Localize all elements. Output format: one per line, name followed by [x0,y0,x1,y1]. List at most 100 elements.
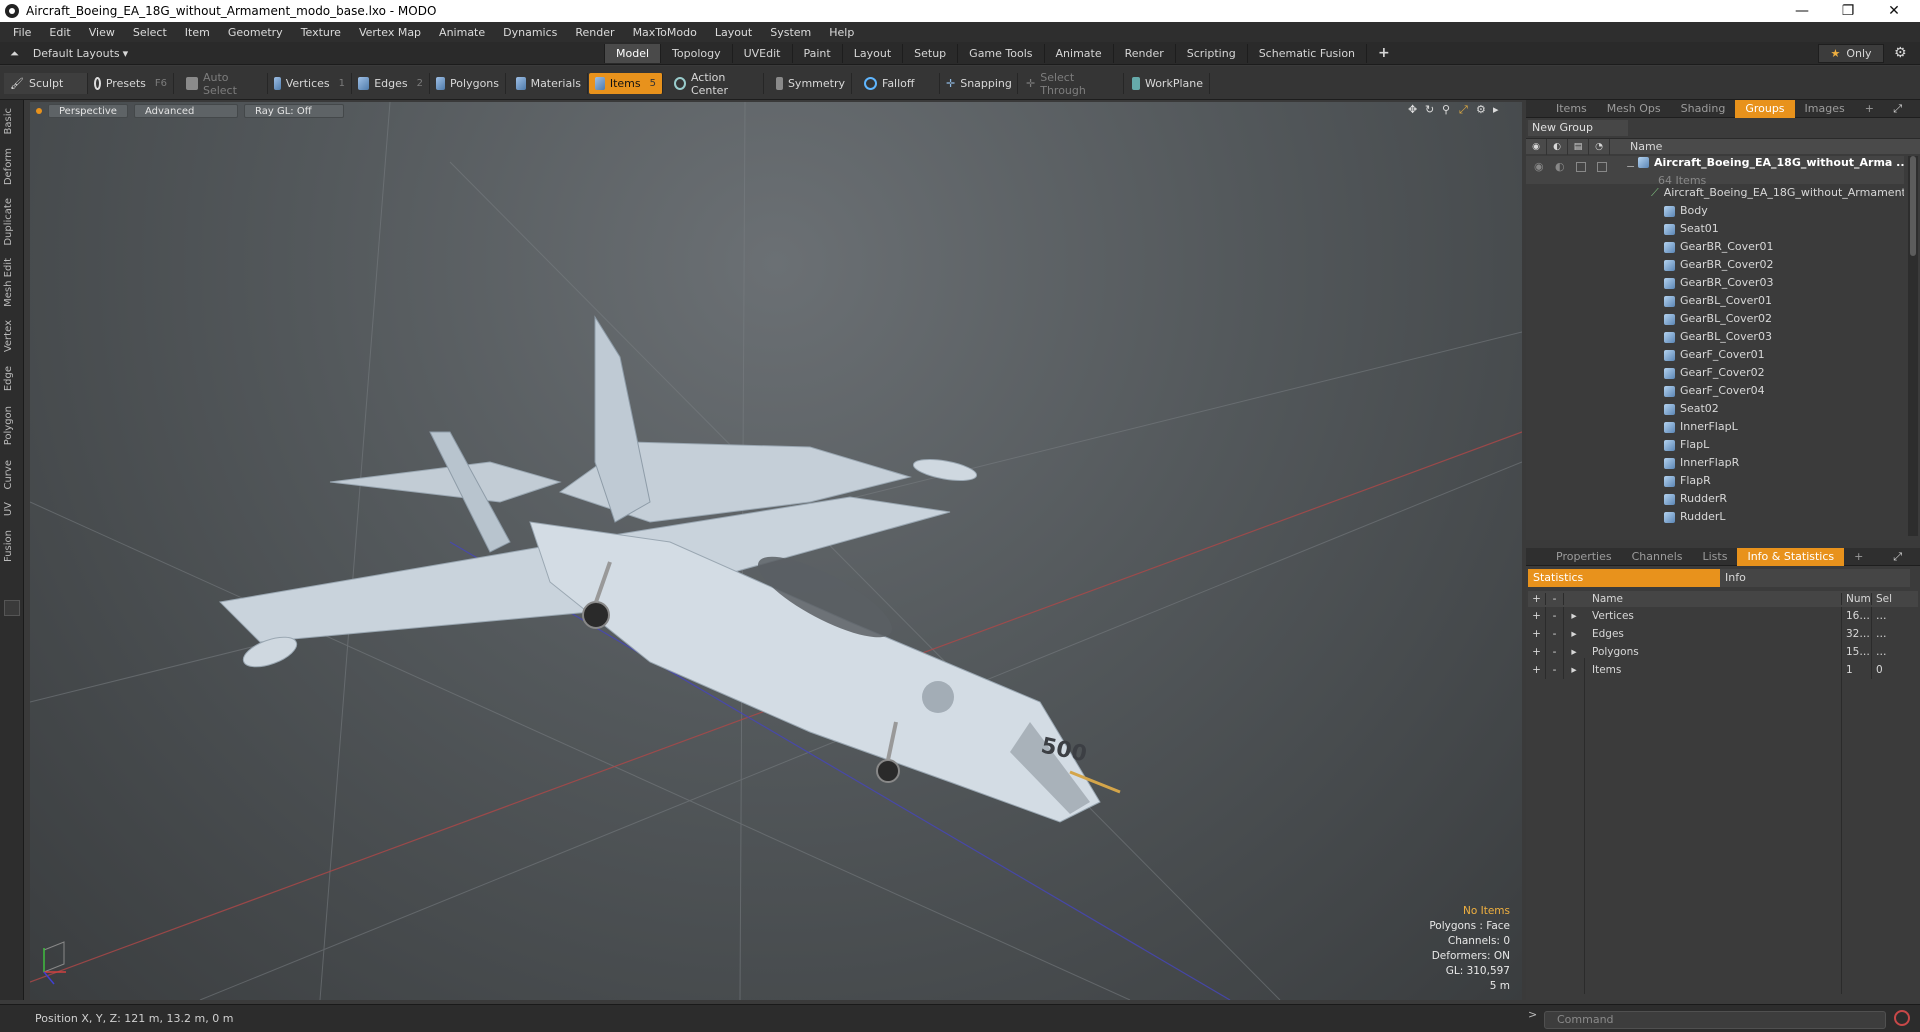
menu-help[interactable]: Help [820,26,863,39]
tab-lists[interactable]: Lists [1693,548,1738,566]
tree-row[interactable]: InnerFlapR [1526,454,1904,472]
expand-arrow-icon[interactable]: ▸ [1564,607,1584,625]
tab-layout[interactable]: Layout [841,44,902,63]
minimize-button[interactable]: — [1780,0,1824,22]
tree-row[interactable]: GearBL_Cover01 [1526,292,1904,310]
subtab-statistics[interactable]: Statistics [1528,569,1720,587]
tab-images[interactable]: Images [1795,100,1855,118]
symmetry-button[interactable]: Symmetry [770,73,852,94]
tree-row[interactable]: Body [1526,202,1904,220]
tree-row[interactable]: GearBR_Cover03 [1526,274,1904,292]
workplane-button[interactable]: WorkPlane [1126,73,1210,94]
select-through-button[interactable]: ✛ Select Through [1020,71,1124,97]
expand-arrow-icon[interactable]: ▸ [1564,625,1584,643]
tree-row[interactable]: GearBL_Cover02 [1526,310,1904,328]
menu-system[interactable]: System [761,26,820,39]
action-center-button[interactable]: Action Center [668,71,764,97]
tab-info-statistics[interactable]: Info & Statistics [1737,547,1845,566]
menu-item[interactable]: Item [176,26,219,39]
add-tab-button[interactable]: + [1366,44,1401,63]
polygons-button[interactable]: Polygons [430,73,506,94]
tab-channels[interactable]: Channels [1622,548,1693,566]
tree-row[interactable]: Seat01 [1526,220,1904,238]
tree-row[interactable]: GearF_Cover04 [1526,382,1904,400]
tab-items[interactable]: Items [1546,100,1597,118]
gear-icon[interactable]: ⚙ [1894,45,1907,61]
tree-row[interactable]: GearBL_Cover03 [1526,328,1904,346]
vertices-button[interactable]: Vertices 1 [268,73,352,94]
falloff-button[interactable]: Falloff [858,73,940,94]
tab-groups[interactable]: Groups [1735,99,1795,118]
tab-properties[interactable]: Properties [1546,548,1622,566]
tree-row[interactable]: RudderL [1526,508,1904,526]
tree-row[interactable]: ⟋ Aircraft_Boeing_EA_18G_without_Armament [1526,184,1904,202]
stat-row[interactable]: + - ▸ Vertices 16… … [1528,607,1918,625]
vtab-vertex[interactable]: Vertex [3,320,14,352]
shading-style-button[interactable]: Advanced [134,104,238,118]
viewport-expand-icon[interactable]: ▸ [1493,104,1504,115]
row-plus-icon[interactable]: + [1528,643,1546,661]
vtab-fusion[interactable]: Fusion [3,530,14,562]
maximize-button[interactable]: ❐ [1826,0,1870,22]
lock-checkbox[interactable] [1576,162,1586,172]
expand-arrow-icon[interactable]: ▸ [1564,661,1584,679]
tab-game-tools[interactable]: Game Tools [957,44,1043,63]
add-panel-tab-button[interactable]: + [1844,548,1873,566]
row-minus-icon[interactable]: - [1546,625,1564,643]
new-group-button[interactable]: New Group [1528,120,1628,136]
render-toggle-icon[interactable]: ◐ [1555,158,1565,176]
panel-maximize-icon[interactable]: ⤢ [1893,102,1902,116]
tab-render[interactable]: Render [1112,44,1175,63]
vtab-deform[interactable]: Deform [3,148,14,185]
tab-model[interactable]: Model [604,44,661,63]
expand-arrow-icon[interactable]: ▸ [1564,643,1584,661]
tab-setup[interactable]: Setup [902,44,957,63]
tab-paint[interactable]: Paint [791,44,842,63]
materials-button[interactable]: Materials [510,73,588,94]
row-plus-icon[interactable]: + [1528,625,1546,643]
stop-icon[interactable] [1894,1010,1910,1026]
select-checkbox[interactable] [1597,162,1607,172]
row-plus-icon[interactable]: + [1528,661,1546,679]
tab-schematic-fusion[interactable]: Schematic Fusion [1246,44,1366,63]
sculpt-button[interactable]: 🖌 Sculpt [4,73,88,94]
tree-row[interactable]: Seat02 [1526,400,1904,418]
menu-vertex-map[interactable]: Vertex Map [350,26,430,39]
menu-animate[interactable]: Animate [430,26,494,39]
tab-scripting[interactable]: Scripting [1174,44,1247,63]
auto-select-button[interactable]: Auto Select [180,71,268,97]
tab-shading[interactable]: Shading [1671,100,1736,118]
edges-button[interactable]: Edges 2 [352,73,430,94]
stat-row[interactable]: + - ▸ Edges 32… … [1528,625,1918,643]
expand-toggle-icon[interactable]: − [1626,158,1635,176]
panel-maximize-icon[interactable]: ⤢ [1893,550,1902,564]
vtab-polygon[interactable]: Polygon [3,406,14,445]
tree-row[interactable]: GearF_Cover02 [1526,364,1904,382]
add-panel-tab-button[interactable]: + [1855,100,1884,118]
pan-icon[interactable]: ✥ [1408,104,1419,115]
tab-animate[interactable]: Animate [1043,44,1113,63]
group-root-row[interactable]: ◉ ◐ − Aircraft_Boeing_EA_18G_without_Arm… [1526,156,1904,187]
menu-file[interactable]: File [4,26,40,39]
vtab-mesh-edit[interactable]: Mesh Edit [3,258,14,307]
close-button[interactable]: ✕ [1872,0,1916,22]
vtab-duplicate[interactable]: Duplicate [3,198,14,246]
menu-dynamics[interactable]: Dynamics [494,26,566,39]
visibility-toggle-icon[interactable]: ◉ [1534,158,1544,176]
rotate-icon[interactable]: ↻ [1425,104,1436,115]
vtab-curve[interactable]: Curve [3,460,14,490]
layout-selector[interactable]: ⏶ Default Layouts ▾ [0,42,128,65]
subtab-info[interactable]: Info [1720,569,1910,587]
menu-render[interactable]: Render [566,26,623,39]
tree-row[interactable]: FlapL [1526,436,1904,454]
tab-uvedit[interactable]: UVEdit [731,44,792,63]
vtab-edge[interactable]: Edge [3,366,14,391]
tab-mesh-ops[interactable]: Mesh Ops [1597,100,1671,118]
fit-icon[interactable]: ⤢ [1459,104,1470,115]
3d-viewport[interactable]: 500 Perspective Advanced Ray GL: Off ✥ ↻… [30,102,1522,1000]
row-minus-icon[interactable]: - [1546,661,1564,679]
tree-row[interactable]: GearBR_Cover02 [1526,256,1904,274]
vtab-basic[interactable]: Basic [3,108,14,134]
tab-topology[interactable]: Topology [660,44,732,63]
menu-layout[interactable]: Layout [706,26,761,39]
